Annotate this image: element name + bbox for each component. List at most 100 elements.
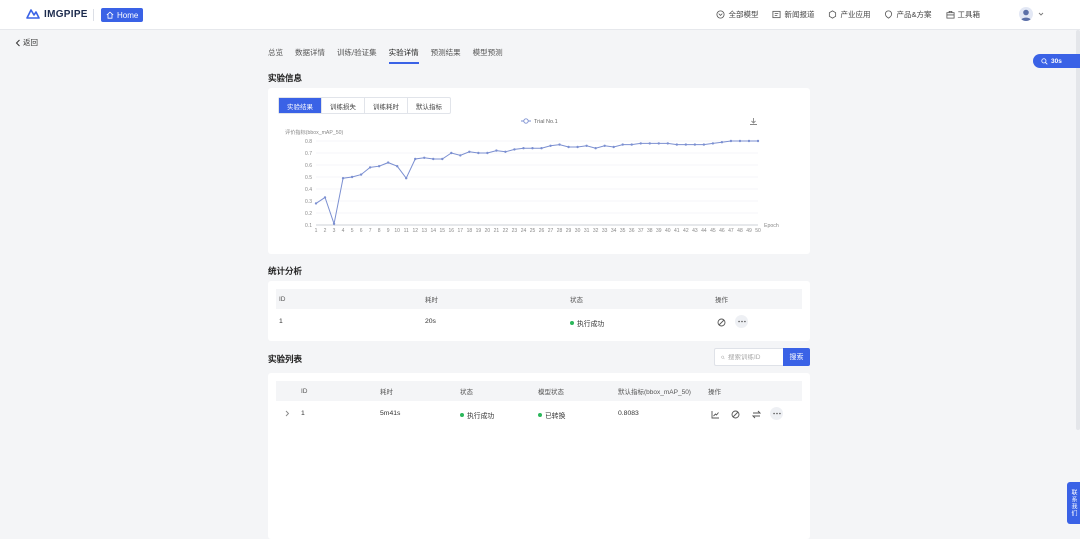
- tab-overview[interactable]: 总览: [268, 47, 283, 64]
- tab-data-details[interactable]: 数据详情: [295, 47, 325, 64]
- more-button[interactable]: [735, 315, 748, 328]
- y-tick-label: 0.1: [305, 223, 312, 229]
- y-tick-label: 0.7: [305, 151, 312, 157]
- x-tick-label: 37: [638, 228, 644, 234]
- column-header: 默认指标(bbox_mAP_50): [618, 389, 691, 396]
- data-point: [468, 150, 471, 153]
- column-header: ID: [279, 295, 286, 303]
- tab-predictions[interactable]: 预测结果: [431, 47, 461, 64]
- chevron-down-icon[interactable]: [1038, 11, 1044, 17]
- stats-title: 统计分析: [268, 266, 303, 276]
- column-header: ID: [301, 387, 308, 395]
- data-point: [395, 165, 399, 168]
- x-tick-label: 33: [602, 228, 608, 234]
- x-tick-label: 2: [324, 228, 327, 234]
- status-text: 执行成功: [467, 413, 495, 420]
- y-tick-label: 0.4: [305, 187, 312, 193]
- x-tick-label: 46: [719, 228, 725, 234]
- data-point: [332, 222, 336, 225]
- convert-button[interactable]: [751, 409, 761, 419]
- page-scrollbar[interactable]: [1076, 30, 1080, 430]
- data-point: [684, 143, 688, 146]
- data-point: [630, 143, 633, 146]
- x-tick-label: 32: [593, 228, 599, 234]
- x-tick-label: 5: [351, 228, 354, 234]
- column-header: 模型状态: [538, 389, 564, 396]
- x-tick-label: 43: [692, 228, 698, 234]
- home-label: Home: [117, 10, 139, 20]
- status-badge: 执行成功: [570, 318, 604, 328]
- x-tick-label: 9: [387, 228, 390, 234]
- x-tick-label: 27: [548, 228, 554, 234]
- column-header: 耗时: [425, 297, 438, 304]
- data-point: [648, 142, 651, 145]
- back-link[interactable]: 返回: [15, 37, 38, 48]
- x-tick-label: 44: [701, 228, 707, 234]
- toolbox-icon: [945, 10, 955, 19]
- x-tick-label: 38: [647, 228, 653, 234]
- timer-badge[interactable]: 30s: [1033, 54, 1080, 68]
- back-label: 返回: [23, 38, 38, 47]
- data-point: [531, 147, 534, 150]
- tab-model-predict[interactable]: 模型预测: [473, 47, 503, 64]
- data-point: [441, 157, 444, 161]
- x-axis-label: Epoch: [764, 223, 779, 229]
- more-icon: [772, 412, 781, 415]
- row-duration: 20s: [425, 318, 436, 325]
- nav-label: 产业应用: [840, 10, 871, 19]
- nav-item-models[interactable]: 全部模型: [716, 9, 758, 20]
- x-tick-label: 35: [620, 228, 626, 234]
- success-dot: [460, 413, 464, 417]
- nav-item-industry[interactable]: 产业应用: [828, 9, 870, 20]
- logo-text: IMGPIPE: [44, 8, 88, 20]
- search-input[interactable]: [728, 353, 784, 361]
- chart-button[interactable]: [710, 409, 720, 419]
- tab-train-val[interactable]: 训练/验证集: [337, 47, 377, 64]
- stop-button[interactable]: [716, 317, 726, 327]
- y-tick-label: 0.2: [305, 211, 312, 217]
- data-point: [450, 151, 453, 155]
- chevron-left-icon: [15, 39, 20, 46]
- avatar[interactable]: [1019, 7, 1033, 21]
- industry-icon: [829, 10, 837, 19]
- experiment-table-header: ID 耗时 状态 模型状态 默认指标(bbox_mAP_50) 操作: [276, 381, 802, 401]
- x-tick-label: 22: [503, 228, 509, 234]
- data-point: [720, 141, 724, 144]
- x-tick-label: 36: [629, 228, 635, 234]
- experiment-list-title: 实验列表: [268, 354, 303, 364]
- stop-icon: [731, 410, 739, 418]
- home-button[interactable]: Home: [101, 8, 144, 22]
- x-tick-label: 29: [566, 228, 572, 234]
- x-tick-label: 25: [530, 228, 536, 234]
- data-point: [477, 151, 480, 155]
- x-tick-label: 23: [512, 228, 518, 234]
- chevron-right-icon[interactable]: [284, 410, 290, 417]
- more-button[interactable]: [770, 407, 783, 420]
- tab-experiment-details[interactable]: 实验详情: [388, 47, 419, 64]
- x-tick-label: 16: [449, 228, 455, 234]
- data-point: [621, 143, 624, 146]
- series-line: [315, 140, 758, 226]
- data-point: [702, 143, 706, 146]
- more-icon: [737, 320, 746, 323]
- data-point: [495, 149, 498, 152]
- experiment-list-card: ID 耗时 状态 模型状态 默认指标(bbox_mAP_50) 操作 1 5m4…: [268, 373, 810, 539]
- success-dot: [570, 321, 574, 325]
- nav-item-solutions[interactable]: 产品&方案: [884, 9, 932, 20]
- data-point: [657, 142, 660, 145]
- x-tick-label: 48: [737, 228, 743, 234]
- x-tick-label: 30: [575, 228, 581, 234]
- search-button[interactable]: 搜索: [783, 348, 810, 366]
- contact-us-button[interactable]: 联系我们: [1067, 482, 1080, 524]
- stop-button[interactable]: [730, 409, 740, 419]
- nav-item-toolbox[interactable]: 工具箱: [945, 9, 980, 20]
- search-field[interactable]: [714, 348, 784, 366]
- y-tick-label: 0.8: [305, 139, 312, 145]
- nav-item-news[interactable]: 新闻报道: [772, 9, 814, 20]
- model-status-badge: 已转换: [538, 410, 565, 420]
- logo[interactable]: IMGPIPE: [26, 8, 88, 20]
- data-point: [540, 147, 543, 150]
- data-point: [486, 151, 489, 155]
- x-tick-label: 21: [494, 228, 500, 234]
- user-icon: [1020, 9, 1032, 21]
